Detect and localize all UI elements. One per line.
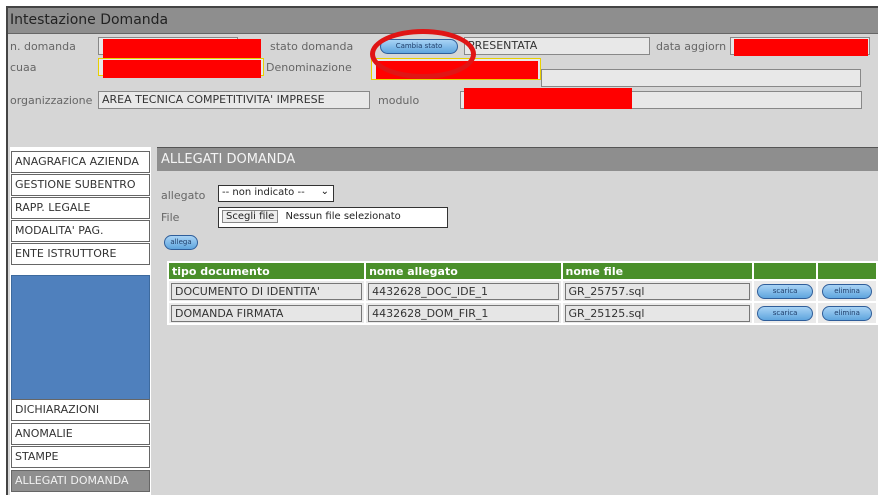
- denominazione-label: Denominazione: [266, 61, 352, 74]
- cell-download: scarica: [754, 281, 817, 301]
- cell-tipo-documento: DOMANDA FIRMATA: [171, 304, 363, 322]
- sidebar-blue-block: [11, 275, 150, 407]
- column-header-nome-allegato: nome allegato: [366, 263, 561, 279]
- sidebar-item-anomalie[interactable]: ANOMALIE: [11, 423, 150, 445]
- organizzazione-label: organizzazione: [10, 94, 93, 107]
- choose-file-button[interactable]: Scegli file: [222, 210, 279, 223]
- table-row: DOMANDA FIRMATA 4432628_DOM_FIR_1 GR_251…: [169, 303, 876, 323]
- cell-delete: elimina: [818, 281, 876, 301]
- cell-nome-file-value: GR_25125.sql: [564, 304, 751, 322]
- column-header-nome-file: nome file: [562, 263, 753, 279]
- cell-nome-allegato: 4432628_DOM_FIR_1: [366, 303, 561, 323]
- cell-nome-file-value: GR_25757.sql: [564, 282, 751, 300]
- sidebar-item-stampe[interactable]: STAMPE: [11, 446, 150, 468]
- cell-tipo-documento: DOCUMENTO DI IDENTITA': [171, 282, 363, 300]
- column-header-download: [754, 263, 817, 279]
- attachments-table: tipo documento nome allegato nome file D…: [167, 261, 878, 325]
- sidebar-item-modalita-pag[interactable]: MODALITA' PAG.: [11, 220, 150, 242]
- cell-nome-allegato-value: 4432628_DOM_FIR_1: [368, 304, 559, 322]
- sidebar-item-anagrafica-azienda[interactable]: ANAGRAFICA AZIENDA: [11, 151, 150, 173]
- scarica-button[interactable]: scarica: [757, 305, 814, 321]
- cell-nome-allegato-value: 4432628_DOC_IDE_1: [368, 282, 559, 300]
- scarica-button[interactable]: scarica: [757, 283, 814, 299]
- sidebar-item-gestione-subentro[interactable]: GESTIONE SUBENTRO: [11, 174, 150, 196]
- allegato-select[interactable]: -- non indicato -- ⌄: [218, 185, 334, 202]
- file-input[interactable]: Scegli file Nessun file selezionato: [218, 207, 448, 228]
- elimina-button[interactable]: elimina: [822, 305, 873, 321]
- sidebar: ANAGRAFICA AZIENDA GESTIONE SUBENTRO RAP…: [10, 147, 151, 495]
- elimina-button[interactable]: elimina: [822, 283, 873, 299]
- cell-nome-allegato: 4432628_DOC_IDE_1: [366, 281, 561, 301]
- redaction-cuaa: [103, 60, 261, 78]
- chevron-down-icon: ⌄: [320, 186, 329, 197]
- cell-delete: elimina: [818, 303, 876, 323]
- cuaa-label: cuaa: [10, 61, 37, 74]
- stato-domanda-field: PRESENTATA: [464, 37, 650, 55]
- organizzazione-field: AREA TECNICA COMPETITIVITA' IMPRESE: [98, 91, 370, 109]
- allegato-selected-value: -- non indicato --: [222, 187, 305, 198]
- application-frame: Intestazione Domanda n. domanda stato do…: [6, 6, 878, 495]
- annotation-circle: [370, 29, 476, 79]
- sidebar-item-allegati-domanda[interactable]: ALLEGATI DOMANDA: [11, 470, 150, 492]
- redaction-n-domanda: [103, 39, 261, 59]
- table-header-row: tipo documento nome allegato nome file: [169, 263, 876, 279]
- sidebar-item-dichiarazioni[interactable]: DICHIARAZIONI: [11, 399, 150, 421]
- table-row: DOCUMENTO DI IDENTITA' 4432628_DOC_IDE_1…: [169, 281, 876, 301]
- sidebar-item-rapp-legale[interactable]: RAPP. LEGALE: [11, 197, 150, 219]
- file-label: File: [161, 211, 180, 224]
- main-section-header: ALLEGATI DOMANDA: [157, 147, 878, 171]
- denominazione-field: [541, 69, 861, 87]
- column-header-tipo-documento: tipo documento: [169, 263, 365, 279]
- data-aggiorn-label: data aggiorn: [656, 40, 727, 53]
- allegato-label: allegato: [161, 189, 206, 202]
- redaction-modulo: [464, 88, 632, 109]
- redaction-data-aggiorn: [734, 39, 868, 56]
- cell-download: scarica: [754, 303, 817, 323]
- sidebar-item-ente-istruttore[interactable]: ENTE ISTRUTTORE: [11, 243, 150, 265]
- stato-domanda-label: stato domanda: [270, 40, 354, 53]
- column-header-delete: [818, 263, 876, 279]
- cell-tipo: DOMANDA FIRMATA: [169, 303, 365, 323]
- main-section-title: ALLEGATI DOMANDA: [161, 152, 296, 167]
- cell-tipo: DOCUMENTO DI IDENTITA': [169, 281, 365, 301]
- cell-nome-file: GR_25125.sql: [562, 303, 753, 323]
- allega-button[interactable]: allega: [164, 235, 198, 250]
- modulo-label: modulo: [378, 94, 420, 107]
- cell-nome-file: GR_25757.sql: [562, 281, 753, 301]
- file-status: Nessun file selezionato: [285, 211, 401, 222]
- header-title: Intestazione Domanda: [10, 12, 169, 28]
- n-domanda-label: n. domanda: [10, 40, 76, 53]
